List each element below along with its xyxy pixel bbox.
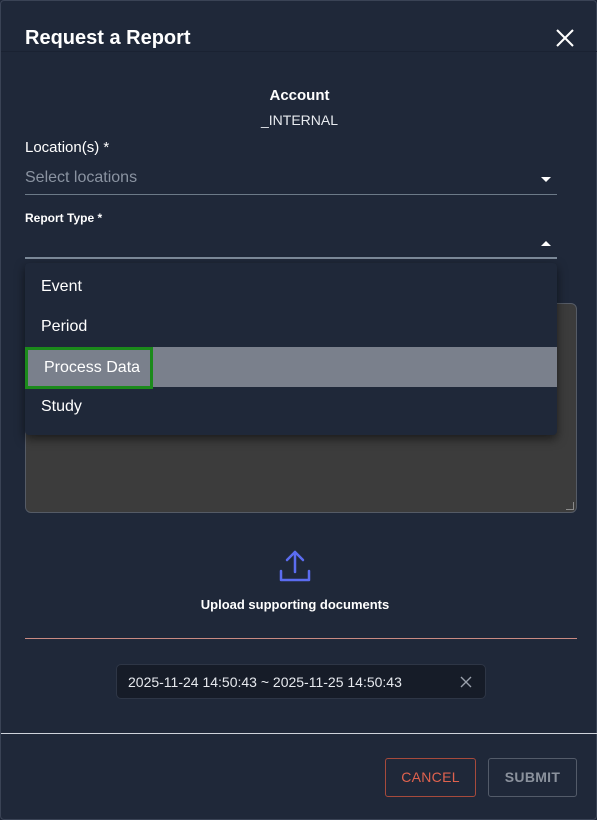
option-event[interactable]: Event	[25, 267, 557, 307]
option-label: Process Data	[25, 347, 154, 389]
header-divider	[1, 51, 597, 52]
report-type-select[interactable]	[25, 229, 557, 259]
option-period[interactable]: Period	[25, 307, 557, 347]
date-range-picker[interactable]: 2025-11-24 14:50:43 ~ 2025-11-25 14:50:4…	[116, 664, 486, 699]
upload-divider	[25, 638, 577, 639]
option-label: Study	[41, 398, 82, 415]
clear-icon[interactable]	[459, 675, 473, 689]
upload-icon[interactable]	[278, 549, 312, 585]
chevron-up-icon	[541, 241, 551, 246]
report-type-label: Report Type *	[25, 211, 103, 225]
report-type-dropdown: Event Period Process Data Study	[25, 263, 557, 435]
close-icon[interactable]	[554, 27, 576, 49]
option-label: Period	[41, 318, 88, 335]
option-study[interactable]: Study	[25, 387, 557, 427]
submit-button[interactable]: SUBMIT	[488, 758, 577, 797]
date-range-value: 2025-11-24 14:50:43 ~ 2025-11-25 14:50:4…	[128, 674, 402, 690]
locations-label: Location(s) *	[25, 139, 110, 156]
locations-placeholder: Select locations	[25, 169, 138, 186]
option-label: Event	[41, 278, 82, 295]
request-report-dialog: Request a Report Account _INTERNAL Locat…	[0, 0, 597, 820]
resize-handle-icon[interactable]	[566, 502, 574, 510]
locations-select[interactable]: Select locations	[25, 165, 557, 195]
dialog-title: Request a Report	[25, 27, 191, 49]
option-process-data[interactable]: Process Data	[25, 347, 557, 389]
chevron-down-icon	[541, 177, 551, 182]
account-label: Account	[269, 87, 330, 104]
account-value: _INTERNAL	[260, 112, 339, 128]
upload-label[interactable]: Upload supporting documents	[1, 597, 589, 612]
footer-divider	[1, 733, 597, 734]
cancel-button[interactable]: CANCEL	[385, 758, 476, 797]
